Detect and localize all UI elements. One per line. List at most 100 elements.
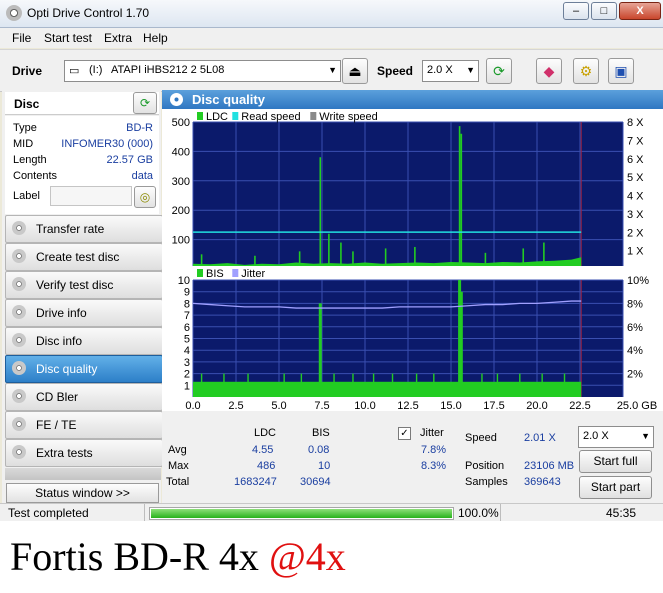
menu-help[interactable]: Help: [143, 31, 168, 45]
minimize-button[interactable]: –: [563, 2, 589, 20]
title-bar: Opti Drive Control 1.70 – □ X: [0, 0, 663, 28]
drive-select[interactable]: ▭ (I:) ATAPI iHBS212 2 5L08 ▼: [64, 60, 341, 82]
speed-select[interactable]: 2.0 X ▼: [422, 60, 479, 82]
disc-info: Type BD-R MID INFOMER30 (000) Length 22.…: [5, 116, 159, 214]
y-tick-label-right: 7 X: [627, 135, 644, 147]
y-tick-label-left: 6: [184, 322, 190, 334]
disc-icon: [12, 277, 26, 291]
y-tick-label-right: 8 X: [627, 117, 644, 129]
legend-label: Write speed: [319, 111, 378, 123]
y-tick-label-left: 1: [184, 380, 190, 392]
start-part-button[interactable]: Start part: [579, 476, 652, 499]
nav-create-test-disc[interactable]: Create test disc: [5, 243, 163, 271]
drive-icon: ▭: [69, 65, 80, 77]
close-button[interactable]: X: [619, 2, 661, 20]
disc-icon: [6, 5, 22, 21]
menu-file[interactable]: File: [12, 31, 31, 45]
toolbar: Drive ▭ (I:) ATAPI iHBS212 2 5L08 ▼ ⏏ Sp…: [0, 49, 663, 92]
chevron-down-icon: ▼: [641, 431, 650, 441]
y-tick-label-left: 8: [184, 298, 190, 310]
status-bar: Test completed 100.0% 45:35: [0, 503, 663, 521]
y-tick-label-left: 4: [184, 345, 190, 357]
nav-disc-quality[interactable]: Disc quality: [5, 355, 163, 383]
samples-value: 369643: [524, 476, 561, 488]
caption-main: Fortis BD-R 4x: [10, 534, 259, 579]
y-tick-label-right: 10%: [627, 275, 649, 287]
disc-header-title: Disc: [14, 97, 40, 111]
disc-icon: [12, 221, 26, 235]
stats-total-ldc: 1683247: [234, 476, 277, 488]
speed-stat-value: 2.01 X: [524, 432, 556, 444]
disc-header: Disc ⟳: [5, 92, 159, 115]
test-speed-value: 2.0 X: [583, 430, 609, 442]
nav-fe-te[interactable]: FE / TE: [5, 411, 163, 439]
y-tick-label-right: 2 X: [627, 227, 644, 239]
ldc-chart: 0.02.55.07.510.012.515.017.520.022.525.0…: [162, 109, 663, 284]
legend-label: Jitter: [241, 268, 265, 280]
speed-stat-label: Speed: [465, 432, 497, 444]
jitter-checkbox[interactable]: ✓: [398, 427, 411, 440]
refresh-icon[interactable]: ⟳: [486, 58, 512, 84]
eraser-icon[interactable]: ◆: [536, 58, 562, 84]
y-tick-label-right: 6 X: [627, 154, 644, 166]
y-tick-label-left: 7: [184, 310, 190, 322]
jitter-label: Jitter: [420, 427, 444, 439]
x-tick-label: 22.5: [569, 400, 590, 411]
status-window-button[interactable]: Status window >>: [6, 483, 159, 503]
x-tick-label: 25.0 GB: [617, 400, 657, 411]
disc-field-mid: MID INFOMER30 (000): [13, 138, 153, 150]
nav-scroll-area: [5, 468, 161, 480]
legend-swatch: [197, 112, 203, 120]
drive-label: Drive: [12, 64, 43, 78]
start-full-button[interactable]: Start full: [579, 450, 652, 473]
nav-transfer-rate[interactable]: Transfer rate: [5, 215, 163, 243]
window-title: Opti Drive Control 1.70: [27, 6, 150, 20]
disc-field-length: Length 22.57 GB: [13, 154, 153, 166]
stats-max-bis: 10: [318, 460, 331, 472]
progress-bar: [149, 507, 454, 520]
y-tick-label-right: 4 X: [627, 191, 644, 203]
legend-label: LDC: [206, 111, 228, 123]
legend-swatch: [310, 112, 317, 120]
progress-fill: [151, 509, 452, 518]
stats-max-ldc: 486: [257, 460, 276, 472]
legend-label: Read speed: [241, 111, 300, 123]
chevron-down-icon: ▼: [466, 65, 475, 75]
y-tick-label-left: 10: [178, 275, 190, 287]
y-tick-label-right: 2%: [627, 369, 643, 381]
nav-extra-tests[interactable]: Extra tests: [5, 439, 163, 467]
gear-icon[interactable]: ⚙: [573, 58, 599, 84]
y-tick-label-left: 5: [184, 334, 190, 346]
y-tick-label-left: 500: [172, 117, 190, 129]
x-tick-label: 20.0: [526, 400, 547, 411]
disc-icon: [12, 445, 26, 459]
drive-letter: (I:): [89, 64, 103, 76]
menu-start-test[interactable]: Start test: [44, 31, 92, 45]
disc-field-type: Type BD-R: [13, 122, 153, 134]
test-speed-select[interactable]: 2.0 X ▼: [578, 426, 654, 448]
nav-drive-info[interactable]: Drive info: [5, 299, 163, 327]
maximize-button[interactable]: □: [591, 2, 617, 20]
save-icon[interactable]: ▣: [608, 58, 634, 84]
stats-avg-jitter: 7.8%: [421, 444, 447, 456]
refresh-icon[interactable]: ⟳: [133, 92, 157, 114]
disc-label-icon[interactable]: ◎: [134, 186, 156, 208]
x-tick-label: 0.0: [185, 400, 200, 411]
label-input[interactable]: [50, 186, 132, 206]
nav-verify-test-disc[interactable]: Verify test disc: [5, 271, 163, 299]
stats-avg-bis: 0.08: [308, 444, 330, 456]
speed-value: 2.0 X: [427, 64, 453, 76]
nav-cd-bler[interactable]: CD Bler: [5, 383, 163, 411]
nav-disc-info[interactable]: Disc info: [5, 327, 163, 355]
disc-icon: [12, 417, 26, 431]
chevron-down-icon: ▼: [328, 65, 337, 75]
panel-title: Disc quality: [192, 92, 265, 107]
bis-area: [193, 381, 582, 397]
bis-chart: 0.0 2.5 5.0 7.5 10.0 12.5 15.0 17.5 20.0 22.5 25.0…: [162, 266, 663, 411]
stats-max-label: Max: [168, 460, 189, 472]
y-tick-label-right: 6%: [627, 322, 643, 334]
menu-extra[interactable]: Extra: [104, 31, 132, 45]
y-tick-label-left: 9: [184, 287, 190, 299]
disc-quality-panel: Disc quality 0.02.55.07.510.012.515.017.…: [162, 90, 663, 504]
eject-icon[interactable]: ⏏: [342, 58, 368, 84]
